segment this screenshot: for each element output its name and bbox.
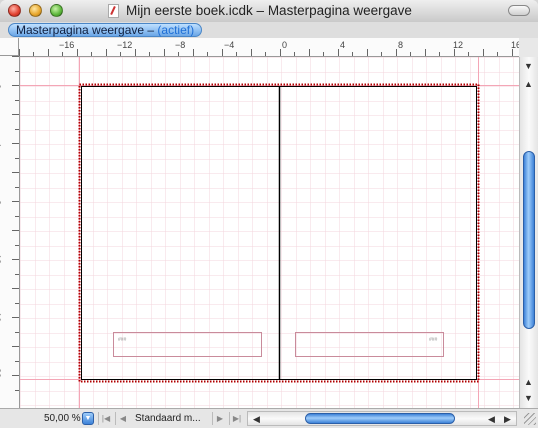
first-page-icon[interactable]: |◀ [98, 412, 113, 425]
right-page-number-marker: ### [429, 337, 438, 343]
mode-label: Masterpagina weergave – [16, 23, 158, 37]
scroll-left-icon[interactable]: ◀ [249, 412, 264, 426]
ruler-label: −8 [175, 40, 186, 50]
document-icon[interactable] [108, 4, 119, 18]
app-window: Mijn eerste boek.icdk – Masterpagina wee… [0, 0, 538, 428]
layout-canvas[interactable]: ### ### [20, 57, 519, 408]
zoom-dropdown-icon[interactable]: ▼ [82, 412, 94, 425]
next-page-icon[interactable]: ▶ [212, 412, 227, 425]
minimize-button[interactable] [29, 4, 42, 17]
window-title: Mijn eerste boek.icdk – Masterpagina wee… [126, 3, 412, 18]
ruler-label: 12 [0, 254, 2, 265]
mode-state: (actief) [157, 23, 195, 37]
title-bar[interactable]: Mijn eerste boek.icdk – Masterpagina wee… [0, 0, 538, 23]
ruler-label: 16 [511, 40, 519, 50]
scroll-right-icon[interactable]: ▶ [500, 412, 515, 426]
scroll-left-end-icon[interactable]: ◀ [484, 412, 499, 426]
resize-grip-icon[interactable] [524, 413, 536, 425]
ruler-label: 0 [282, 40, 288, 50]
zoom-button[interactable] [50, 4, 63, 17]
ruler-label: 20 [0, 368, 2, 379]
ruler-label: −4 [224, 40, 235, 50]
layout-grid [20, 57, 519, 408]
master-page-selector[interactable]: Standaard m... [135, 413, 201, 424]
horizontal-scrollbar[interactable]: ◀ ◀ ▶ [247, 411, 517, 426]
vertical-ruler[interactable]: 0 4 8 12 16 20 [0, 56, 20, 408]
left-page-number-marker: ### [118, 337, 127, 343]
last-page-icon[interactable]: ▶| [229, 412, 244, 425]
ruler-label: 4 [0, 142, 2, 147]
vertical-ruler-ticks [12, 56, 19, 391]
scroll-down-icon[interactable]: ▼ [521, 391, 536, 405]
status-bar: 50,00 % ▼ |◀ ◀ Standaard m... ▶ ▶| ◀ ◀ ▶ [0, 408, 538, 428]
master-page-mode-indicator[interactable]: Masterpagina weergave – (actief) [8, 23, 203, 37]
scroll-up-icon[interactable]: ▼ [521, 59, 536, 73]
close-button[interactable] [8, 4, 21, 17]
vertical-scroll-thumb[interactable] [523, 151, 535, 329]
scroll-up-arrow-icon[interactable]: ▲ [521, 77, 536, 91]
toolbar-toggle-button[interactable] [508, 5, 530, 16]
ruler-label: −12 [117, 40, 133, 50]
scroll-up-bottom-icon[interactable]: ▲ [521, 375, 536, 389]
ruler-label: 8 [0, 200, 2, 205]
mode-bar: Masterpagina weergave – (actief) [0, 22, 538, 38]
previous-page-icon[interactable]: ◀ [115, 412, 130, 425]
ruler-label: 16 [0, 312, 2, 323]
ruler-label: 4 [340, 40, 346, 50]
horizontal-ruler[interactable]: 20 −16 −12 −8 −4 0 4 8 12 16 [19, 38, 519, 57]
vertical-scrollbar[interactable]: ▼ ▲ ▲ ▼ [519, 57, 538, 408]
page-spread[interactable] [20, 57, 519, 408]
ruler-corner[interactable] [0, 38, 19, 56]
zoom-level[interactable]: 50,00 % [44, 413, 81, 424]
ruler-label: 0 [0, 84, 2, 89]
ruler-label: −16 [59, 40, 75, 50]
ruler-label: 8 [398, 40, 404, 50]
ruler-label: 12 [453, 40, 464, 50]
horizontal-scroll-thumb[interactable] [305, 413, 455, 424]
horizontal-ruler-ticks [19, 49, 513, 56]
